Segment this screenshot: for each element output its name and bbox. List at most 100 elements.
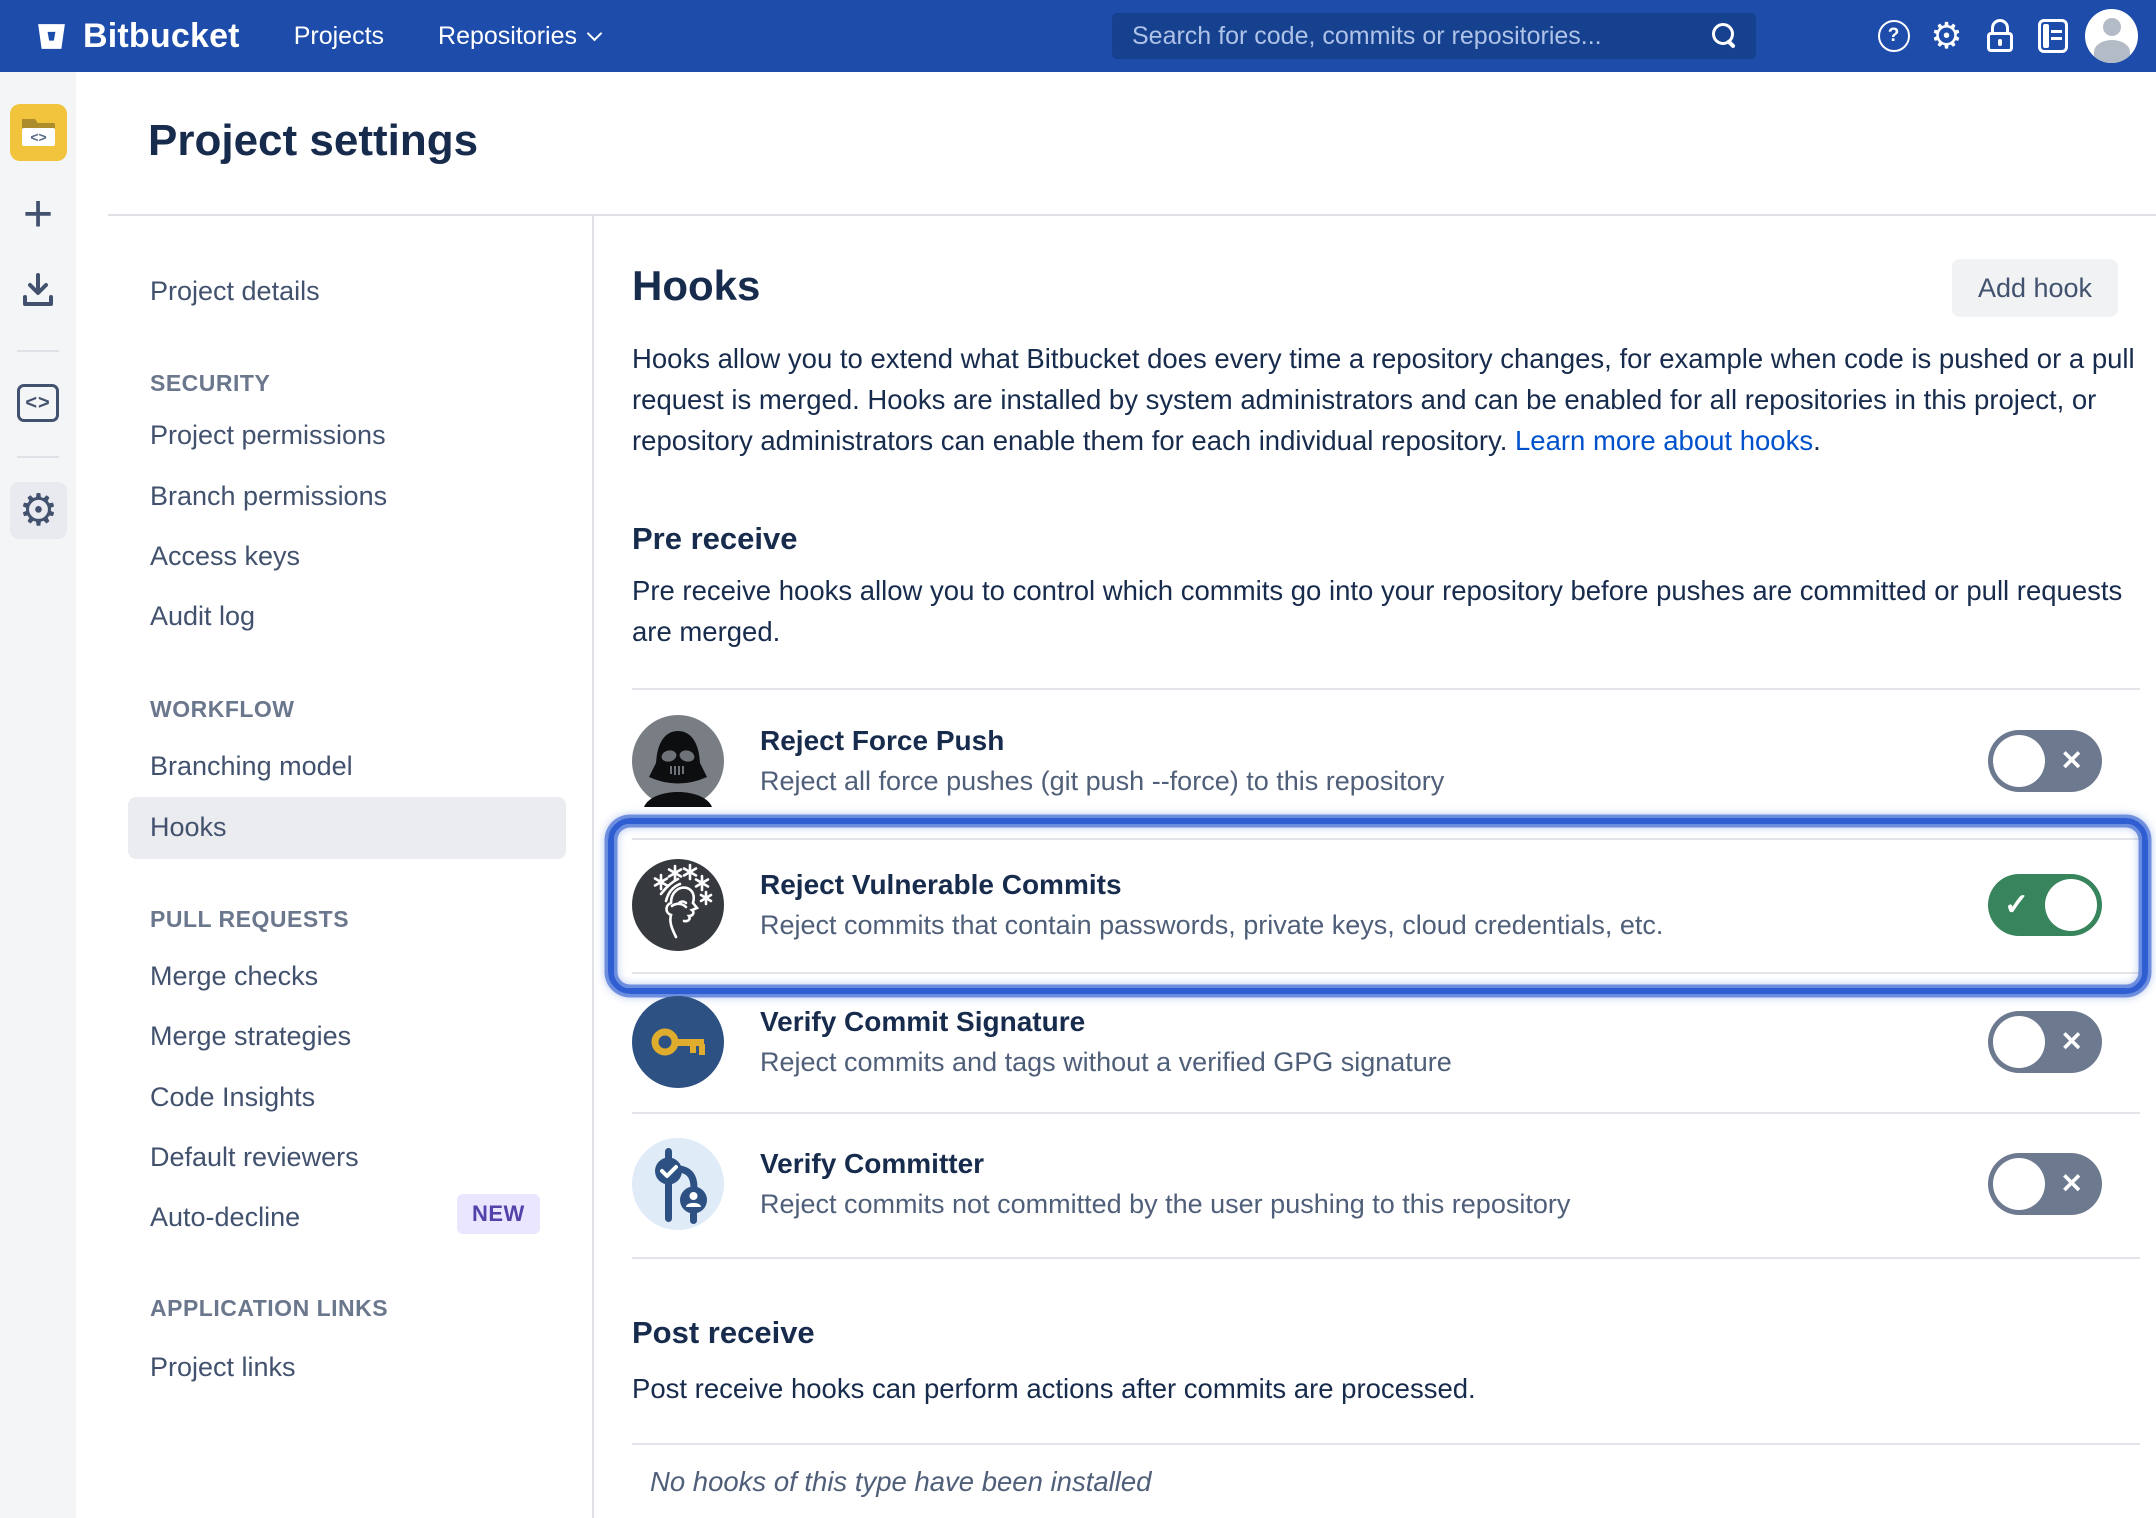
nav-hooks[interactable]: Hooks: [150, 812, 227, 843]
hook-description: Reject all force pushes (git push --forc…: [760, 766, 1444, 797]
gear-icon: ⚙: [1930, 18, 1962, 54]
check-icon: ✓: [2004, 888, 2029, 923]
nav-merge-checks[interactable]: Merge checks: [150, 961, 318, 992]
nav-audit-log[interactable]: Audit log: [150, 601, 255, 632]
nav-header-workflow: WORKFLOW: [150, 696, 295, 723]
brand-name: Bitbucket: [83, 17, 240, 56]
nav-project-links[interactable]: Project links: [150, 1352, 296, 1383]
learn-more-link[interactable]: Learn more about hooks: [1515, 425, 1813, 456]
journal-icon: [2038, 19, 2068, 53]
user-menu-button[interactable]: [2085, 0, 2138, 72]
hook-texts: Reject Force Push Reject all force pushe…: [760, 725, 1444, 797]
help-icon: ?: [1878, 20, 1910, 52]
create-button[interactable]: +: [0, 188, 76, 240]
user-avatar: [2085, 9, 2138, 63]
add-hook-button[interactable]: Add hook: [1952, 259, 2118, 317]
hook-texts: Reject Vulnerable Commits Reject commits…: [760, 869, 1663, 941]
nav-default-reviewers[interactable]: Default reviewers: [150, 1142, 359, 1173]
x-icon: ✕: [2060, 746, 2083, 777]
nav-branching-model[interactable]: Branching model: [150, 751, 353, 782]
nav-auto-decline[interactable]: Auto-decline: [150, 1202, 300, 1233]
chevron-down-icon: [587, 25, 603, 41]
list-divider: [632, 1443, 2140, 1445]
new-badge: NEW: [457, 1194, 540, 1234]
app-sidebar-rail: <> + <> ⚙: [0, 72, 76, 1518]
import-repository-button[interactable]: [0, 270, 76, 310]
pre-receive-heading: Pre receive: [632, 521, 797, 557]
post-receive-heading: Post receive: [632, 1315, 815, 1351]
hook-description: Reject commits that contain passwords, p…: [760, 910, 1663, 941]
hook-row-verify-committer: Verify Committer Reject commits not comm…: [632, 1114, 2140, 1254]
hook-title: Reject Force Push: [760, 725, 1444, 757]
x-icon: ✕: [2060, 1169, 2083, 1200]
toggle-reject-force-push-off[interactable]: ✕: [1988, 730, 2102, 792]
hook-description: Reject commits not committed by the user…: [760, 1189, 1570, 1220]
rail-divider: [17, 350, 59, 352]
list-divider: [632, 688, 2140, 690]
permissions-button[interactable]: [1973, 0, 2026, 72]
nav-header-security: SECURITY: [150, 370, 270, 397]
lock-icon: [1987, 19, 2013, 53]
hooks-intro-paragraph: Hooks allow you to extend what Bitbucket…: [632, 338, 2144, 461]
nav-repositories-label: Repositories: [438, 22, 577, 51]
gold-key-icon: [632, 996, 724, 1088]
toggle-knob: [1993, 1158, 2045, 1210]
svg-text:<>: <>: [30, 129, 46, 145]
plus-icon: +: [23, 188, 53, 240]
nav-header-pull-requests: PULL REQUESTS: [150, 906, 349, 933]
pre-receive-description: Pre receive hooks allow you to control w…: [632, 570, 2144, 652]
search-icon: [1712, 23, 1738, 49]
settings-rail-button-active[interactable]: ⚙: [10, 482, 67, 539]
toggle-reject-vulnerable-commits-on[interactable]: ✓: [1988, 874, 2102, 936]
hook-texts: Verify Commit Signature Reject commits a…: [760, 1006, 1452, 1078]
hook-row-reject-force-push: Reject Force Push Reject all force pushe…: [632, 692, 2140, 830]
hook-texts: Verify Committer Reject commits not comm…: [760, 1148, 1570, 1220]
project-folder-icon: <>: [10, 104, 67, 161]
search-input[interactable]: [1112, 13, 1756, 59]
rail-divider: [17, 456, 59, 458]
post-receive-description: Post receive hooks can perform actions a…: [632, 1368, 2144, 1409]
download-icon: [18, 270, 58, 310]
project-avatar[interactable]: <>: [10, 104, 67, 161]
global-search: [1112, 13, 1756, 59]
toggle-knob: [2045, 879, 2097, 931]
top-navigation-bar: Bitbucket Projects Repositories ? ⚙: [0, 0, 2156, 72]
nav-repositories[interactable]: Repositories: [438, 22, 600, 51]
bitbucket-bucket-icon: [33, 18, 70, 55]
nav-code-insights[interactable]: Code Insights: [150, 1082, 315, 1113]
nav-projects[interactable]: Projects: [294, 22, 384, 51]
code-icon: <>: [17, 384, 59, 422]
nav-access-keys[interactable]: Access keys: [150, 541, 300, 572]
topbar-icon-group: ? ⚙: [1867, 0, 2156, 72]
whats-new-button[interactable]: [2026, 0, 2079, 72]
nav-project-permissions[interactable]: Project permissions: [150, 420, 386, 451]
darth-vader-icon: [632, 715, 724, 807]
nav-vertical-divider: [592, 215, 594, 1518]
nav-project-details[interactable]: Project details: [150, 276, 320, 307]
hook-row-reject-vulnerable-commits: Reject Vulnerable Commits Reject commits…: [632, 842, 2140, 968]
list-divider: [632, 972, 2140, 974]
admin-settings-button[interactable]: ⚙: [1920, 0, 1973, 72]
toggle-verify-commit-signature-off[interactable]: ✕: [1988, 1011, 2102, 1073]
commit-graph-user-icon: [632, 1138, 724, 1230]
help-button[interactable]: ?: [1867, 0, 1920, 72]
bitbucket-logo[interactable]: Bitbucket: [33, 17, 240, 56]
snippets-button[interactable]: <>: [0, 384, 76, 422]
gear-icon: ⚙: [19, 489, 58, 533]
nav-branch-permissions[interactable]: Branch permissions: [150, 481, 387, 512]
hook-title: Verify Commit Signature: [760, 1006, 1452, 1038]
hook-title: Verify Committer: [760, 1148, 1570, 1180]
header-divider: [108, 214, 2156, 216]
top-nav-links: Projects Repositories: [294, 22, 600, 51]
list-divider: [632, 838, 2140, 840]
toggle-verify-committer-off[interactable]: ✕: [1988, 1153, 2102, 1215]
list-divider: [632, 1257, 2140, 1259]
medusa-head-icon: [632, 859, 724, 951]
post-receive-empty-message: No hooks of this type have been installe…: [650, 1466, 1151, 1498]
toggle-knob: [1993, 735, 2045, 787]
hook-row-verify-commit-signature: Verify Commit Signature Reject commits a…: [632, 976, 2140, 1108]
intro-text: Hooks allow you to extend what Bitbucket…: [632, 343, 2135, 456]
hook-title: Reject Vulnerable Commits: [760, 869, 1663, 901]
hook-description: Reject commits and tags without a verifi…: [760, 1047, 1452, 1078]
nav-merge-strategies[interactable]: Merge strategies: [150, 1021, 351, 1052]
